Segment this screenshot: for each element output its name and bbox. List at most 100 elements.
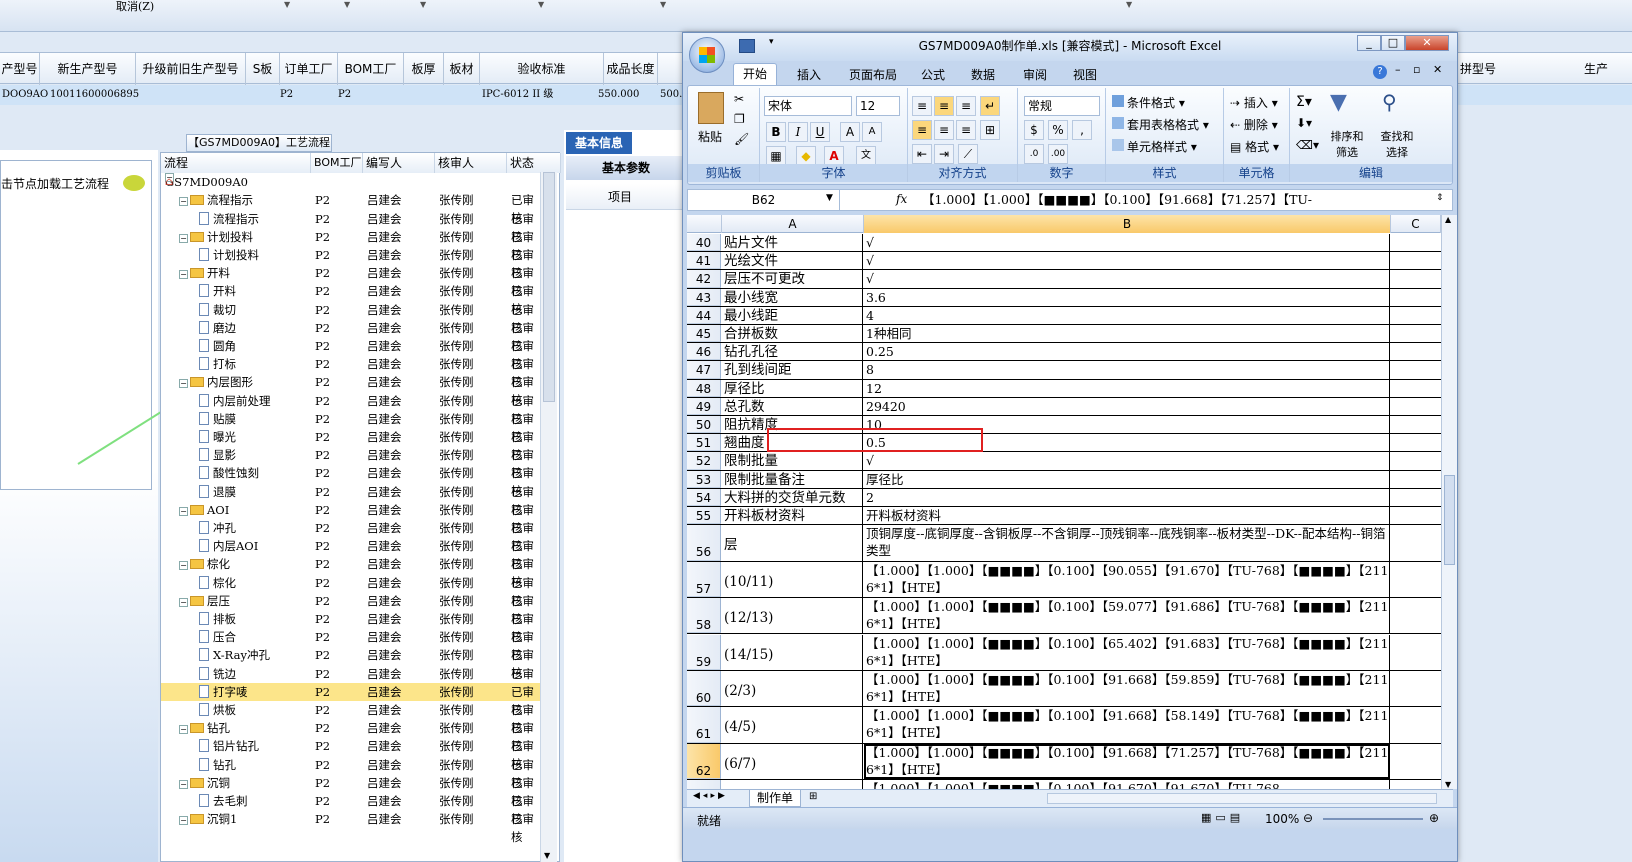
sheet-row[interactable]: 53 限制批量备注 厚径比 xyxy=(687,470,1441,489)
row-number[interactable]: 53 xyxy=(687,470,721,488)
tab-basic-info[interactable]: 基本信息 xyxy=(566,132,632,154)
zoom-out-icon[interactable]: ⊖ xyxy=(1303,811,1313,825)
fill-icon[interactable]: ⬇▾ xyxy=(1296,116,1312,130)
tab-0[interactable]: 开始 xyxy=(733,63,777,87)
format-painter-icon[interactable]: 🖌 xyxy=(734,132,749,146)
underline-button[interactable]: U xyxy=(810,122,830,142)
cell-b[interactable]: 29420 xyxy=(864,397,1390,415)
cell-b[interactable]: 2 xyxy=(864,488,1390,506)
collapse-icon[interactable]: − xyxy=(179,597,188,607)
tree-row[interactable]: 冲孔 P2 吕建会 张传刚 已审核 xyxy=(161,519,541,553)
cell-a[interactable]: 最小线宽 xyxy=(722,288,863,306)
sort-filter-button[interactable]: 排序和筛选 xyxy=(1326,128,1368,160)
sheet-row[interactable]: 57 (10/11) 【1.000】【1.000】【■■■■】【0.100】【90.… xyxy=(687,561,1441,599)
sort-filter-icon[interactable]: ▼ xyxy=(1330,90,1347,115)
tree-row[interactable]: 圆角 P2 吕建会 张传刚 已审核 xyxy=(161,337,541,371)
collapse-icon[interactable]: − xyxy=(179,725,188,735)
collapse-icon[interactable]: − xyxy=(179,779,188,789)
cell-a[interactable]: 孔到线间距 xyxy=(722,361,863,379)
scroll-up-icon[interactable]: ▲ xyxy=(1445,215,1451,224)
tree-row[interactable]: − 流程指示 P2 吕建会 张传刚 已审核 xyxy=(161,191,541,225)
tree-row[interactable]: 内层AOI P2 吕建会 张传刚 已审核 xyxy=(161,537,541,571)
shrink-font-button[interactable]: A xyxy=(862,122,882,142)
cell-a[interactable]: 光绘文件 xyxy=(722,252,863,270)
select-all-corner[interactable] xyxy=(687,215,722,233)
sheet-row[interactable]: 44 最小线距 4 xyxy=(687,306,1441,325)
column-header[interactable]: 新生产型号 xyxy=(40,53,136,85)
cell-b[interactable]: 开料板材资料 xyxy=(864,507,1390,525)
tree-row[interactable]: − 沉铜 P2 吕建会 张传刚 已审核 xyxy=(161,774,541,808)
sheet-row[interactable]: 47 孔到线间距 8 xyxy=(687,361,1441,380)
number-format-select[interactable]: 常规 xyxy=(1024,96,1100,116)
row-number[interactable]: 43 xyxy=(687,288,721,306)
cell-b[interactable]: 8 xyxy=(864,361,1390,379)
insert-sheet-icon[interactable]: ⊞ xyxy=(809,791,817,802)
tree-row[interactable]: 磨边 P2 吕建会 张传刚 已审核 xyxy=(161,319,541,353)
row-number[interactable]: 59 xyxy=(687,634,721,670)
cell-a[interactable]: 合拼板数 xyxy=(722,325,863,343)
fill-color-button[interactable]: ◆ xyxy=(796,146,816,166)
borders-button[interactable]: ▦ xyxy=(766,146,786,166)
tree-row[interactable]: − 棕化 P2 吕建会 张传刚 已审核 xyxy=(161,555,541,589)
column-header-b[interactable]: B xyxy=(864,215,1391,233)
collapse-icon[interactable]: − xyxy=(179,233,188,243)
align-right-button[interactable]: ≡ xyxy=(956,120,976,140)
cell-a[interactable]: 钻孔孔径 xyxy=(722,343,863,361)
cell-b[interactable]: 3.6 xyxy=(864,288,1390,306)
row-number[interactable]: 49 xyxy=(687,397,721,415)
order-table-row[interactable]: DOO9AO 10011600006895 P2 P2 IPC-6012 II 级 550… xyxy=(0,85,720,105)
row-number[interactable] xyxy=(687,780,721,789)
help-icon[interactable]: ? xyxy=(1373,65,1387,79)
sheet-nav-icons[interactable]: ◀◂▸▶ xyxy=(693,791,728,801)
cell-a[interactable]: 贴片文件 xyxy=(722,234,863,252)
row-number[interactable]: 42 xyxy=(687,270,721,288)
tree-row[interactable]: − 计划投料 P2 吕建会 张传刚 已审核 xyxy=(161,228,541,262)
maximize-button[interactable]: □ xyxy=(1381,35,1405,51)
cell-a[interactable]: 层 xyxy=(722,525,863,561)
conditional-format-button[interactable]: 条件格式 ▾ xyxy=(1112,94,1185,111)
tree-scrollbar[interactable]: ▼ xyxy=(540,172,557,862)
cell-b[interactable]: 【1.000】【1.000】【■■■■】【0.100】【65.402】【91.6… xyxy=(864,634,1390,670)
align-top-button[interactable]: ≡ xyxy=(912,96,932,116)
align-center-button[interactable]: ≡ xyxy=(934,120,954,140)
cell-style-button[interactable]: 单元格样式 ▾ xyxy=(1112,138,1197,155)
cell-a[interactable]: 最小线距 xyxy=(722,306,863,324)
table-format-button[interactable]: 套用表格格式 ▾ xyxy=(1112,116,1209,133)
increase-decimal-button[interactable]: .0 xyxy=(1024,144,1044,164)
decrease-indent-button[interactable]: ⇤ xyxy=(912,144,932,164)
expand-formula-icon[interactable]: ⇕ xyxy=(1436,193,1444,203)
scrollbar-thumb[interactable] xyxy=(543,172,555,402)
column-header[interactable]: 验收标准 xyxy=(480,53,604,85)
tree-row[interactable]: 打字唛 P2 吕建会 张传刚 已审核 xyxy=(161,682,541,717)
sheet-row[interactable]: 【1.000】【1.000】【■■■■】【0.100】【91.670】【91.6… xyxy=(687,780,1441,789)
align-middle-button[interactable]: ≡ xyxy=(934,96,954,116)
cell-b[interactable]: √ xyxy=(864,252,1390,270)
row-number[interactable]: 62 xyxy=(687,743,721,780)
minimize-button[interactable]: _ xyxy=(1357,35,1381,51)
chevron-down-icon[interactable]: ▼ xyxy=(1126,0,1132,9)
tree-row[interactable]: 曝光 P2 吕建会 张传刚 已审核 xyxy=(161,428,541,462)
column-header[interactable]: 升级前旧生产型号 xyxy=(136,53,246,85)
row-number[interactable]: 41 xyxy=(687,252,721,270)
tab-2[interactable]: 页面布局 xyxy=(841,65,905,85)
cell-b[interactable]: 厚径比 xyxy=(864,470,1390,488)
currency-button[interactable]: $ xyxy=(1024,120,1044,140)
sheet-row[interactable]: 54 大料拼的交货单元数 2 xyxy=(687,488,1441,507)
cell-b[interactable]: 【1.000】【1.000】【■■■■】【0.100】【90.055】【91.6… xyxy=(864,561,1390,598)
tree-row[interactable]: 开料 P2 吕建会 张传刚 已审核 xyxy=(161,282,541,316)
formula-input[interactable]: 【1.000】【1.000】【■■■■】【0.100】【91.668】【71.2… xyxy=(922,190,1432,210)
cell-b[interactable]: 0.25 xyxy=(864,343,1390,361)
name-box[interactable]: B62 xyxy=(688,190,840,210)
row-number[interactable]: 54 xyxy=(687,488,721,506)
tree-row[interactable]: − 钻孔 P2 吕建会 张传刚 已审核 xyxy=(161,719,541,753)
cell-b[interactable]: √ xyxy=(864,270,1390,288)
tree-row[interactable]: 退膜 P2 吕建会 张传刚 已审核 xyxy=(161,483,541,517)
insert-function-icon[interactable]: fx xyxy=(896,192,907,206)
row-number[interactable]: 56 xyxy=(687,525,721,561)
decrease-decimal-button[interactable]: .00 xyxy=(1048,144,1068,164)
collapse-icon[interactable]: − xyxy=(179,379,188,389)
sheet-row[interactable]: 43 最小线宽 3.6 xyxy=(687,288,1441,307)
format-button[interactable]: ▤ 格式 ▾ xyxy=(1230,138,1279,155)
tree-row[interactable]: 内层前处理 P2 吕建会 张传刚 已审核 xyxy=(161,392,541,426)
row-number[interactable]: 57 xyxy=(687,561,721,598)
